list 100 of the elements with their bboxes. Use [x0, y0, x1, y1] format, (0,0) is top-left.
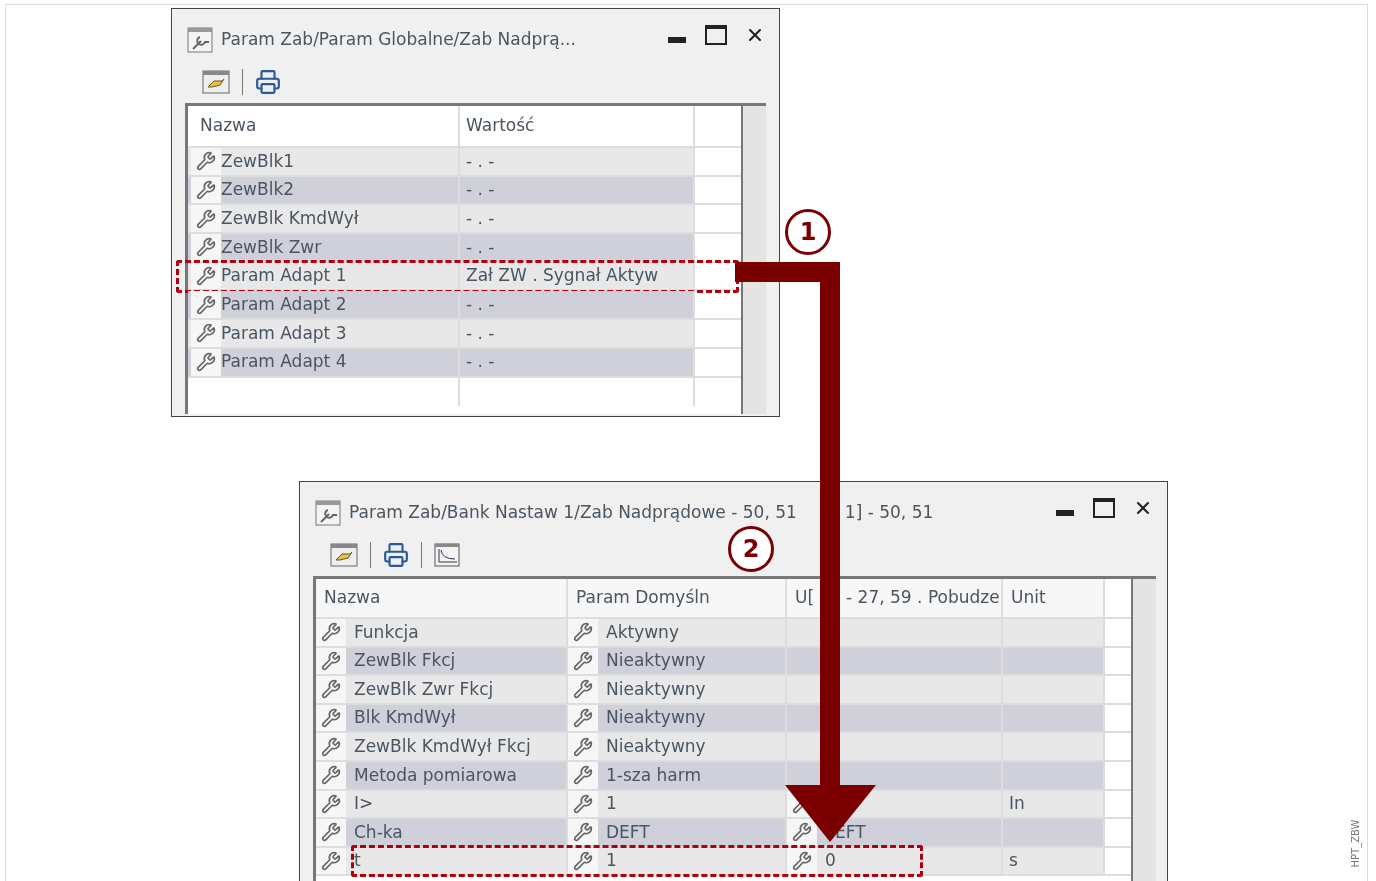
- wrench-icon: [568, 619, 598, 646]
- table-row[interactable]: ZewBlk1 - . -: [188, 148, 695, 175]
- table-cell-text: Param Adapt 3: [221, 321, 348, 345]
- table-cell-text: I>: [353, 792, 375, 816]
- table-cell: - . -: [460, 205, 695, 233]
- table-cell-text: DEFT: [605, 820, 651, 844]
- table-cell-text: ZewBlk Zwr Fkcj: [353, 677, 495, 701]
- wrench-icon: [787, 847, 817, 875]
- column-header: Nazwa: [188, 106, 460, 146]
- step-number: 1: [785, 209, 831, 255]
- wrench-icon: [316, 676, 346, 703]
- wrench-icon: [316, 619, 346, 646]
- table-cell-text: Nieaktywny: [605, 677, 707, 701]
- hand-window-icon[interactable]: [330, 543, 358, 567]
- maximize-button[interactable]: [1093, 498, 1115, 518]
- wrench-icon: [316, 847, 346, 875]
- table-cell-text: Blk KmdWył: [353, 706, 457, 730]
- table-cell: - . -: [460, 320, 695, 347]
- table-cell-text: Nieaktywny: [605, 649, 707, 673]
- table-row[interactable]: Blk KmdWył Nieaktywny: [316, 704, 1105, 732]
- table-row[interactable]: ZewBlk Zwr Fkcj Nieaktywny: [316, 676, 1105, 703]
- maximize-button[interactable]: [705, 25, 727, 45]
- wrench-icon: [191, 205, 221, 233]
- table-cell-text: s: [1009, 849, 1018, 873]
- table-cell-text: Metoda pomiarowa: [353, 763, 519, 787]
- column-header: Wartość: [460, 106, 695, 146]
- table-cell-text: Param Adapt 2: [221, 293, 348, 317]
- wrench-icon: [316, 790, 346, 818]
- table-cell-text: Funkcja: [353, 620, 420, 644]
- table-cell-text: t: [353, 849, 362, 873]
- window-title: 1] - 50, 51: [844, 501, 934, 525]
- column-header: Unit: [1011, 586, 1046, 610]
- wrench-icon: [316, 733, 346, 760]
- print-icon[interactable]: [383, 542, 409, 568]
- window-title: Param Zab/Bank Nastaw 1/Zab Nadprądowe - 50, 51: [349, 501, 797, 525]
- scrollbar-track[interactable]: [1131, 579, 1156, 881]
- wrench-icon: [316, 704, 346, 732]
- wrench-icon: [191, 348, 221, 376]
- wrench-icon: [568, 790, 598, 818]
- table-cell-text: 1: [605, 849, 618, 873]
- table-row[interactable]: Param Adapt 3 - . -: [188, 320, 695, 347]
- table-cell: - . -: [460, 176, 695, 204]
- wrench-icon: [191, 262, 221, 290]
- wrench-icon: [568, 676, 598, 703]
- hand-window-icon[interactable]: [202, 70, 230, 94]
- table-cell-text: In: [1009, 792, 1025, 816]
- table-row[interactable]: Param Adapt 1 Zał ZW . Sygnał Aktyw: [188, 262, 695, 290]
- table-cell-text: ZewBlk2: [221, 178, 296, 202]
- wrench-icon: [316, 647, 346, 675]
- table-row[interactable]: ZewBlk KmdWył - . -: [188, 205, 695, 233]
- table-cell-text: Ch-ka: [353, 820, 404, 844]
- table-cell-text: Param Adapt 1: [221, 264, 348, 288]
- wrench-icon: [316, 819, 346, 846]
- wrench-icon: [568, 761, 598, 789]
- wrench-window-icon: [315, 500, 341, 526]
- table-cell-text: ZewBlk Fkcj: [353, 649, 457, 673]
- wrench-icon: [316, 761, 346, 789]
- wrench-icon: [568, 704, 598, 732]
- wrench-icon: [191, 291, 221, 319]
- table-cell-text: Nieaktywny: [605, 706, 707, 730]
- wrench-icon: [787, 819, 817, 846]
- table-cell: - . -: [460, 148, 695, 175]
- wrench-icon: [568, 847, 598, 875]
- wrench-icon: [568, 647, 598, 675]
- print-icon[interactable]: [255, 69, 281, 95]
- table-cell-text: Param Adapt 4: [221, 350, 348, 374]
- table-cell-text: 1: [605, 792, 618, 816]
- table-cell-text: ZewBlk Zwr: [221, 235, 323, 259]
- wrench-icon: [191, 148, 221, 175]
- column-header: U[: [795, 586, 815, 610]
- column-header: - 27, 59 . Pobudze: [846, 586, 1000, 610]
- table-row[interactable]: ZewBlk Fkcj Nieaktywny: [316, 647, 1105, 675]
- wrench-icon: [191, 320, 221, 347]
- table-cell-text: Nieaktywny: [605, 734, 707, 758]
- table-cell: - . -: [460, 348, 695, 376]
- table-row[interactable]: Funkcja Aktywny: [316, 619, 1105, 646]
- table-row[interactable]: ZewBlk2 - . -: [188, 176, 695, 204]
- wrench-icon: [191, 176, 221, 204]
- table-row[interactable]: t 1 0 s: [316, 847, 1105, 875]
- table-cell-text: ZewBlk1: [221, 149, 296, 173]
- table-row[interactable]: ZewBlk Zwr - . -: [188, 234, 695, 261]
- scrollbar-track[interactable]: [741, 106, 766, 414]
- table-cell: - . -: [460, 234, 695, 261]
- table-cell-text: ZewBlk KmdWył Fkcj: [353, 734, 532, 758]
- table-row[interactable]: Param Adapt 4 - . -: [188, 348, 695, 376]
- window-title: Param Zab/Param Globalne/Zab Nadprą...: [221, 28, 576, 52]
- table-row[interactable]: Param Adapt 2 - . -: [188, 291, 695, 319]
- table-cell: - . -: [460, 291, 695, 319]
- wrench-icon: [191, 234, 221, 261]
- table-cell-text: 0: [824, 849, 836, 873]
- wrench-icon: [568, 819, 598, 846]
- wrench-icon: [568, 733, 598, 760]
- column-header: Param Domyśln: [576, 586, 710, 610]
- table-cell-text: Aktywny: [605, 620, 680, 644]
- table-cell-text: ZewBlk KmdWył: [221, 206, 360, 230]
- table-row[interactable]: ZewBlk KmdWył Fkcj Nieaktywny: [316, 733, 1105, 760]
- chart-window-icon[interactable]: [434, 543, 460, 567]
- column-header: Nazwa: [324, 586, 381, 610]
- wrench-window-icon: [187, 27, 213, 53]
- table-cell-text: 1-sza harm: [605, 763, 702, 787]
